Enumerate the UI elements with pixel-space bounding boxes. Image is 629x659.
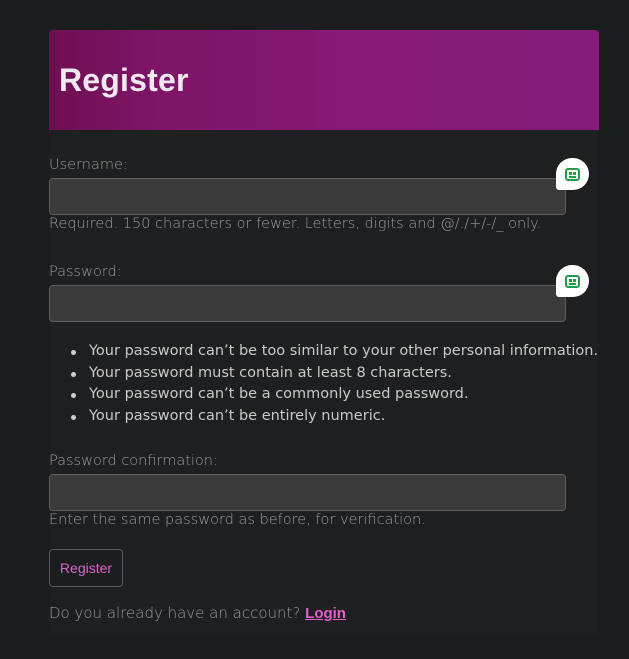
password-rule: Your password can’t be too similar to yo…	[70, 341, 598, 363]
password-confirmation-help-text: Enter the same password as before, for v…	[49, 512, 426, 528]
username-label: Username:	[49, 157, 128, 173]
password-input[interactable]	[49, 285, 566, 322]
password-confirmation-input[interactable]	[49, 474, 566, 511]
register-button[interactable]: Register	[49, 549, 123, 587]
password-rule: Your password must contain at least 8 ch…	[70, 363, 598, 385]
username-help-text: Required. 150 characters or fewer. Lette…	[49, 216, 542, 232]
card-header: Register	[49, 30, 599, 130]
login-prompt-text: Do you already have an account?	[49, 604, 301, 622]
password-manager-bot-icon[interactable]	[556, 265, 589, 297]
username-input[interactable]	[49, 178, 566, 215]
password-rule: Your password can’t be a commonly used p…	[70, 384, 598, 406]
password-confirmation-label: Password confirmation:	[49, 453, 218, 469]
page-title: Register	[59, 62, 189, 98]
password-manager-bot-icon[interactable]	[556, 158, 589, 190]
password-label: Password:	[49, 264, 122, 280]
register-card: Register Username: Required. 150 charact…	[49, 30, 599, 636]
login-prompt: Do you already have an account? Login	[49, 604, 346, 622]
password-rule: Your password can’t be entirely numeric.	[70, 406, 598, 428]
register-form: Username: Required. 150 characters or fe…	[49, 130, 599, 636]
password-rules-list: Your password can’t be too similar to yo…	[70, 341, 598, 428]
login-link[interactable]: Login	[305, 605, 346, 622]
